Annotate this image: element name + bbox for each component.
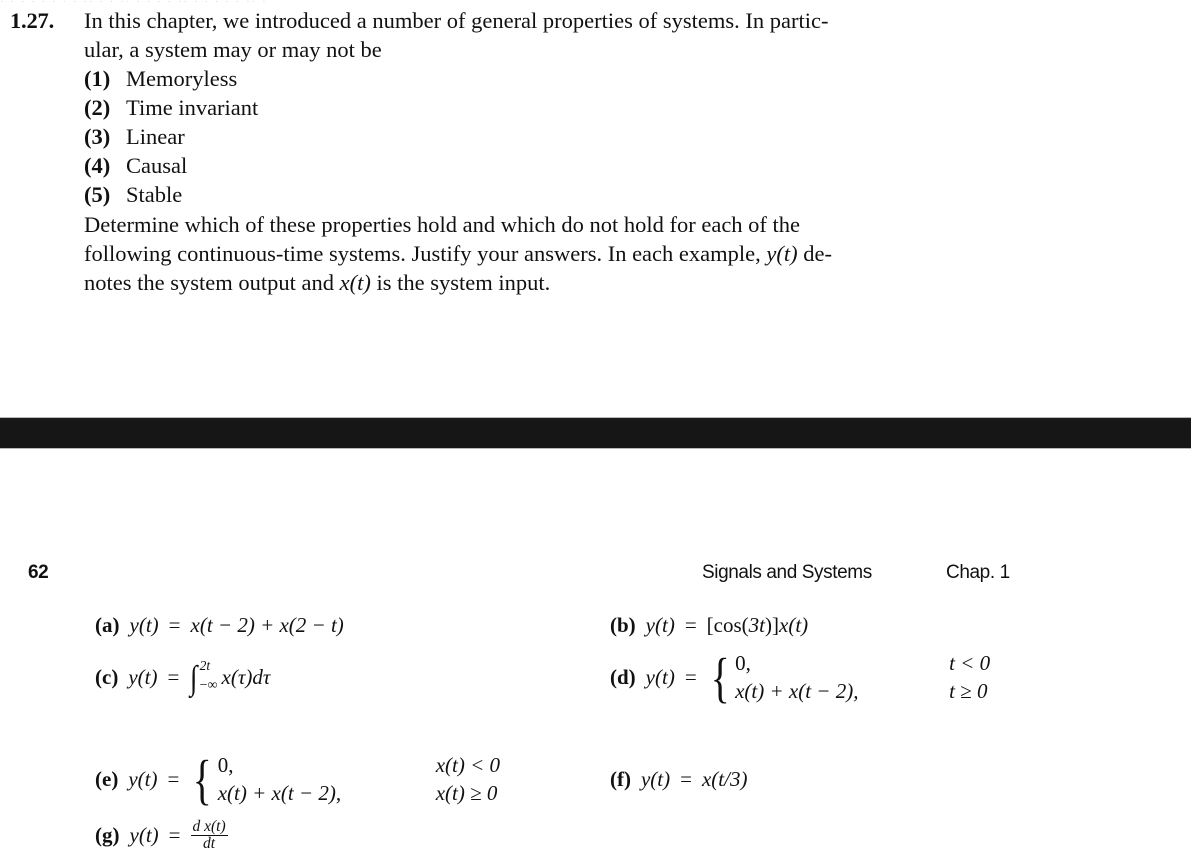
equation-g: (g) y(t) = d x(t) dt <box>95 818 228 852</box>
property-marker: (2) <box>84 95 111 120</box>
instructions-line-2: following continuous-time systems. Justi… <box>84 239 1050 268</box>
integrand: x(τ)dτ <box>221 665 271 689</box>
equation-a: (a) y(t) = x(t − 2) + x(2 − t) <box>95 611 344 639</box>
equation-b: (b) y(t) = [cos(3t)]x(t) <box>610 611 808 639</box>
scan-artifact-top: · · · · · · · · ·· · · ·· · · · · ·· · ·… <box>0 0 1200 5</box>
equation-e-piecewise: { 0, x(t) < 0 x(t) + x(t − 2), x(t) ≥ 0 <box>193 749 501 810</box>
page-number: 62 <box>28 562 49 583</box>
case-condition: x(t) < 0 <box>435 753 501 777</box>
integral-limits: 2t −∞ <box>200 659 218 693</box>
chapter-label: Chap. 1 <box>946 562 1010 583</box>
equation-d-tag: (d) <box>610 665 636 689</box>
equation-b-tag: (b) <box>610 613 636 637</box>
equation-b-equals: = <box>684 613 697 637</box>
equation-b-rhs-tail: x(t) <box>779 613 809 637</box>
equation-f-lhs: y(t) <box>640 767 671 791</box>
case-condition: t ≥ 0 <box>949 679 988 703</box>
book-title: Signals and Systems <box>702 562 872 583</box>
equation-b-cos-term: cos(3t) <box>713 613 773 637</box>
equation-g-tag: (g) <box>95 822 120 847</box>
case-value: x(t) + x(t − 2), <box>217 781 342 805</box>
property-item: (3) Linear <box>84 122 1050 151</box>
property-marker: (4) <box>84 153 111 178</box>
equation-c-tag: (c) <box>95 665 119 689</box>
case-row: 0, x(t) < 0 <box>218 751 500 779</box>
instructions-line-2-text-b: de- <box>797 241 832 266</box>
property-label: Memoryless <box>126 66 238 91</box>
case-value: 0, <box>735 651 751 675</box>
equation-c-equals: = <box>167 665 180 689</box>
equation-b-bracket-open: [ <box>706 613 714 637</box>
equation-a-rhs: x(t − 2) + x(2 − t) <box>190 613 344 637</box>
equation-d-equals: = <box>684 665 697 689</box>
property-label: Time invariant <box>126 95 259 120</box>
equation-c-lhs: y(t) <box>128 665 158 689</box>
problem-intro-line-1: In this chapter, we introduced a number … <box>84 8 829 33</box>
problem-block: 1.27. In this chapter, we introduced a n… <box>10 6 1050 297</box>
instructions-line-3-text-a: notes the system output and <box>84 270 340 295</box>
equation-a-tag: (a) <box>95 613 120 637</box>
case-row: 0, t < 0 <box>735 649 990 677</box>
property-label: Causal <box>126 153 188 178</box>
property-label: Stable <box>126 182 183 207</box>
variable-y-of-t: y(t) <box>766 241 798 266</box>
case-row: x(t) + x(t − 2), t ≥ 0 <box>735 677 990 705</box>
property-marker: (5) <box>84 182 111 207</box>
fraction-numerator: d x(t) <box>190 818 228 836</box>
equation-g-lhs: y(t) <box>129 822 159 847</box>
property-marker: (1) <box>84 66 111 91</box>
problem-instructions: Determine which of these properties hold… <box>84 210 1050 297</box>
instructions-line-3-text-b: is the system input. <box>370 270 551 295</box>
case-condition: x(t) ≥ 0 <box>435 781 498 805</box>
equation-b-bracket-close: ] <box>772 613 780 637</box>
equation-d-cases: 0, t < 0 x(t) + x(t − 2), t ≥ 0 <box>735 649 990 705</box>
equation-d-piecewise: { 0, t < 0 x(t) + x(t − 2), t ≥ 0 <box>710 647 991 708</box>
equation-f-tag: (f) <box>610 767 631 791</box>
equation-b-lhs: y(t) <box>645 613 675 637</box>
instructions-line-2-text-a: following continuous-time systems. Justi… <box>84 241 767 266</box>
problem-header: 1.27. In this chapter, we introduced a n… <box>10 6 1050 297</box>
equation-f-rhs: x(t/3) <box>701 767 748 791</box>
equation-c: (c) y(t) = ∫ 2t −∞ x(τ)dτ <box>95 658 271 697</box>
problem-number: 1.27. <box>10 8 55 33</box>
equation-a-lhs: y(t) <box>129 613 159 637</box>
problem-text: In this chapter, we introduced a number … <box>84 6 1050 297</box>
equation-d-lhs: y(t) <box>645 665 675 689</box>
equation-e-cases: 0, x(t) < 0 x(t) + x(t − 2), x(t) ≥ 0 <box>218 751 500 807</box>
integral-expression: ∫ 2t −∞ x(τ)dτ <box>190 658 271 697</box>
equation-a-equals: = <box>168 613 181 637</box>
property-label: Linear <box>126 124 185 149</box>
case-row: x(t) + x(t − 2), x(t) ≥ 0 <box>218 779 500 807</box>
equation-f-equals: = <box>680 767 692 791</box>
property-item: (2) Time invariant <box>84 93 1050 122</box>
equation-e: (e) y(t) = { 0, x(t) < 0 x(t) + x(t − 2)… <box>95 751 500 807</box>
running-head: 62 Signals and Systems Chap. 1 <box>0 562 1200 590</box>
instructions-line-1: Determine which of these properties hold… <box>84 212 801 237</box>
equation-e-tag: (e) <box>95 767 119 791</box>
equation-e-equals: = <box>167 767 180 791</box>
property-item: (1) Memoryless <box>84 64 1050 93</box>
fraction-denominator: dt <box>203 835 216 852</box>
integral-lower-limit: −∞ <box>199 678 218 693</box>
property-marker: (3) <box>84 124 111 149</box>
equation-f: (f) y(t) = x(t/3) <box>610 765 747 793</box>
variable-x-of-t: x(t) <box>339 270 371 295</box>
equation-d: (d) y(t) = { 0, t < 0 x(t) + x(t − 2), t… <box>610 649 990 705</box>
instructions-line-3: notes the system output and x(t) is the … <box>84 268 1050 297</box>
case-value: 0, <box>217 753 234 777</box>
equation-g-equals: = <box>168 822 181 847</box>
equation-b-rhs: [cos(3t)]x(t) <box>707 611 809 639</box>
property-item: (5) Stable <box>84 180 1050 209</box>
equation-list: (a) y(t) = x(t − 2) + x(2 − t) (b) y(t) … <box>0 605 1200 854</box>
property-list: (1) Memoryless (2) Time invariant (3) Li… <box>84 64 1050 209</box>
derivative-fraction: d x(t) dt <box>190 818 228 852</box>
integral-upper-limit: 2t <box>199 658 211 673</box>
problem-intro-line-2: ular, a system may or may not be <box>84 37 382 62</box>
scan-band-fill <box>0 420 1191 448</box>
scan-band-divider <box>0 417 1191 449</box>
case-value: x(t) + x(t − 2), <box>735 679 859 703</box>
case-condition: t < 0 <box>949 651 991 675</box>
equation-e-lhs: y(t) <box>128 767 158 791</box>
property-item: (4) Causal <box>84 151 1050 180</box>
